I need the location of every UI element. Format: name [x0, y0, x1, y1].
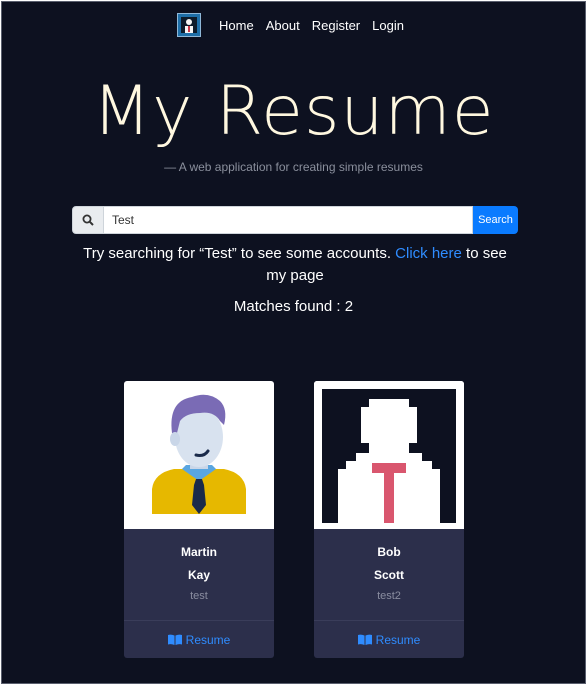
- search-addon: [72, 206, 104, 234]
- search-hint: Try searching for “Test” to see some acc…: [72, 243, 518, 287]
- brand-logo-icon[interactable]: [177, 13, 202, 37]
- card-first-name: Bob: [377, 545, 401, 559]
- search-bar: Search: [72, 206, 518, 234]
- hint-text-before: Try searching for “Test” to see some acc…: [83, 245, 396, 262]
- navbar: Home About Register Login: [2, 12, 585, 38]
- nav-about[interactable]: About: [266, 18, 300, 33]
- page-subtitle: — A web application for creating simple …: [164, 160, 423, 174]
- matches-count: Matches found : 2: [233, 298, 354, 315]
- avatar: [314, 381, 464, 529]
- page: Home About Register Login My Resume — A …: [1, 1, 586, 684]
- book-icon: [357, 634, 372, 645]
- my-page-link[interactable]: Click here: [395, 245, 462, 262]
- profile-card: Bob Scott test2 Resume: [314, 381, 464, 658]
- nav-login[interactable]: Login: [372, 18, 404, 33]
- card-last-name: Kay: [187, 568, 210, 582]
- resume-link-label: Resume: [375, 632, 421, 647]
- resume-link[interactable]: Resume: [124, 620, 274, 658]
- book-icon: [167, 634, 182, 645]
- search-button[interactable]: Search: [473, 206, 518, 234]
- card-first-name: Martin: [181, 545, 217, 559]
- profile-card: Martin Kay test Resume: [124, 381, 274, 658]
- nav-register[interactable]: Register: [312, 18, 360, 33]
- page-title: My Resume: [92, 72, 495, 151]
- resume-link[interactable]: Resume: [314, 620, 464, 658]
- card-username: test2: [377, 590, 401, 602]
- nav-home[interactable]: Home: [219, 18, 254, 33]
- card-last-name: Scott: [374, 568, 404, 582]
- resume-link-label: Resume: [185, 632, 231, 647]
- search-input[interactable]: [104, 206, 473, 234]
- search-icon: [82, 214, 94, 226]
- avatar: [124, 381, 274, 529]
- card-username: test: [190, 590, 208, 602]
